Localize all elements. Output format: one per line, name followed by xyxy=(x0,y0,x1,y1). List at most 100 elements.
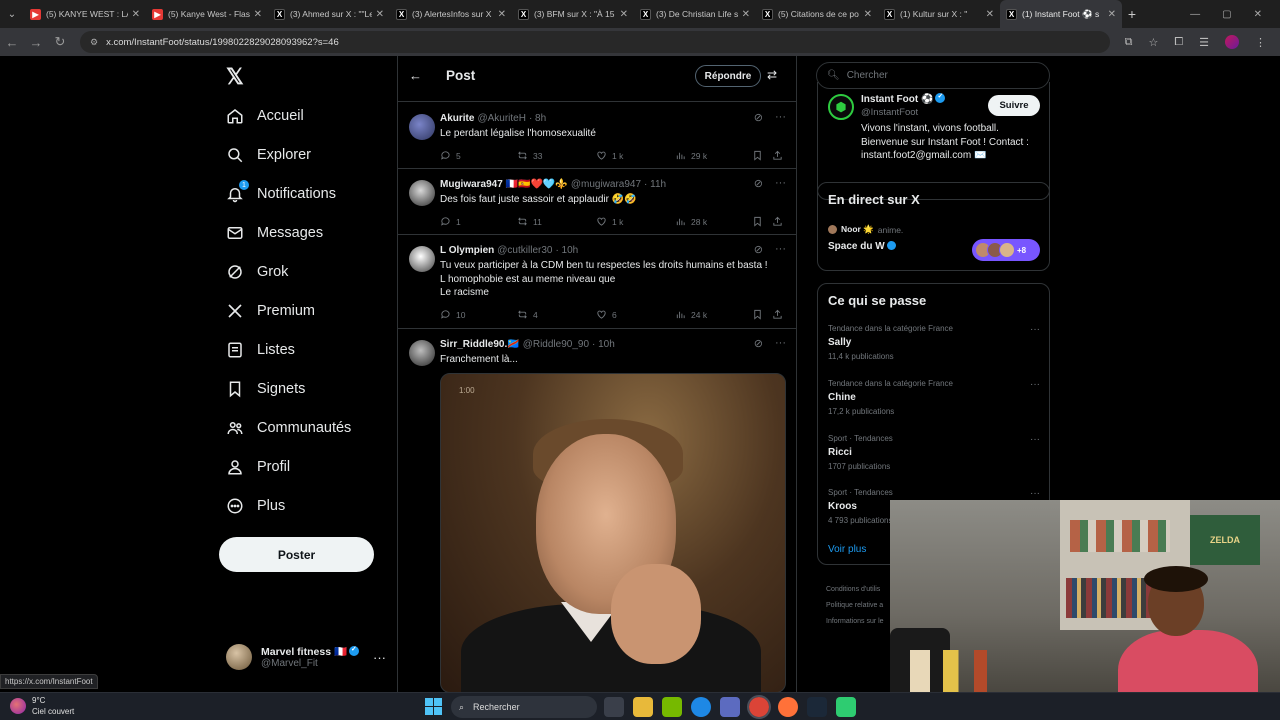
tweet-author-name[interactable]: Mugiwara947 🇫🇷🇪🇸❤️🩵⚜️ xyxy=(440,179,568,190)
more-options-icon[interactable]: ··· xyxy=(775,243,786,256)
sidebar-item-signets[interactable]: Signets xyxy=(226,374,305,404)
tweet-author-handle[interactable]: @AkuriteH xyxy=(477,113,526,124)
share-action[interactable] xyxy=(772,216,783,227)
new-tab-button[interactable]: + xyxy=(1122,6,1142,22)
share-action[interactable] xyxy=(772,150,783,161)
views-action[interactable]: 24 k xyxy=(675,309,707,320)
tweet-author-name[interactable]: Sirr_Riddle90.🇨🇩 xyxy=(440,339,520,350)
sidebar-item-plus[interactable]: Plus xyxy=(226,491,285,521)
more-options-icon[interactable]: ··· xyxy=(1030,379,1040,390)
tweet-author-name[interactable]: Akurite xyxy=(440,113,474,124)
bookmark-action[interactable] xyxy=(752,309,763,320)
instantfoot-avatar[interactable]: ⬢ xyxy=(828,94,854,120)
sidebar-item-grok[interactable]: Grok xyxy=(226,257,288,287)
maximize-icon[interactable]: ▢ xyxy=(1222,9,1231,20)
windows-start-icon[interactable] xyxy=(425,698,442,715)
trend-item[interactable]: Tendance dans la catégorie France Sally … xyxy=(828,324,1040,361)
task-view-icon[interactable] xyxy=(604,697,624,717)
views-action[interactable]: 28 k xyxy=(675,216,707,227)
sidebar-item-listes[interactable]: Listes xyxy=(226,335,295,365)
tweet[interactable]: Sirr_Riddle90.🇨🇩 @Riddle90_90 · 10h ⊘ ··· F… xyxy=(398,329,796,692)
minimize-icon[interactable]: — xyxy=(1190,9,1200,20)
star-icon[interactable]: ☆ xyxy=(1148,36,1158,49)
browser-tab[interactable]: X (5) Citations de ce po ✕ xyxy=(756,0,878,28)
extensions-icon[interactable]: ⧠ xyxy=(1174,36,1183,49)
edge-icon[interactable] xyxy=(691,697,711,717)
follow-button[interactable]: Suivre xyxy=(988,95,1040,116)
browser-tab[interactable]: X (3) BFM sur X : "À 15 ✕ xyxy=(512,0,634,28)
bookmark-action[interactable] xyxy=(752,216,763,227)
more-options-icon[interactable]: ··· xyxy=(1030,324,1040,335)
close-icon[interactable]: ✕ xyxy=(620,9,628,20)
close-icon[interactable]: ✕ xyxy=(132,9,140,20)
share-action[interactable] xyxy=(772,309,783,320)
forward-icon[interactable]: → xyxy=(24,35,48,50)
reply-button[interactable]: Répondre xyxy=(695,65,761,87)
grok-icon[interactable]: ⊘ xyxy=(754,243,763,256)
app-icon[interactable] xyxy=(836,697,856,717)
account-switcher[interactable]: Marvel fitness 🇫🇷 @Marvel_Fit ··· xyxy=(226,642,386,672)
avatar[interactable] xyxy=(409,114,435,140)
close-icon[interactable]: ✕ xyxy=(742,9,750,20)
more-options-icon[interactable]: ··· xyxy=(775,111,786,124)
avatar[interactable] xyxy=(409,246,435,272)
sidebar-item-profil[interactable]: Profil xyxy=(226,452,290,482)
sidebar-item-messages[interactable]: Messages xyxy=(226,218,323,248)
profile-name[interactable]: Instant Foot ⚽ xyxy=(861,94,933,105)
weather-widget[interactable]: 9°C Ciel couvert xyxy=(10,695,74,717)
reply-action[interactable]: 10 xyxy=(440,309,465,320)
views-action[interactable]: 29 k xyxy=(675,150,707,161)
sidebar-item-notifications[interactable]: 1 Notifications xyxy=(226,179,336,209)
like-action[interactable]: 1 k xyxy=(596,216,623,227)
live-listeners[interactable]: +8 xyxy=(972,239,1040,261)
tweet-author-handle[interactable]: @cutkiller30 xyxy=(497,245,552,256)
more-options-icon[interactable]: ··· xyxy=(373,650,386,665)
sidebar-item-premium[interactable]: Premium xyxy=(226,296,315,326)
grok-icon[interactable]: ⊘ xyxy=(754,337,763,350)
profile-avatar[interactable] xyxy=(1225,35,1239,49)
sidebar-item-accueil[interactable]: Accueil xyxy=(226,101,304,131)
more-options-icon[interactable]: ··· xyxy=(775,337,786,350)
tab-search-icon[interactable]: ☰ xyxy=(1199,36,1209,49)
repost-action[interactable]: 33 xyxy=(517,150,542,161)
post-button[interactable]: Poster xyxy=(219,537,374,572)
nvidia-icon[interactable] xyxy=(662,697,682,717)
tweet[interactable]: Akurite @AkuriteH · 8h ⊘ ··· Le perdant lég… xyxy=(398,103,796,169)
browser-tab-active[interactable]: X (1) Instant Foot ⚽ s ✕ xyxy=(1000,0,1122,28)
tweet-author-name[interactable]: L Olympien xyxy=(440,245,494,256)
sidebar-item-explorer[interactable]: Explorer xyxy=(226,140,311,170)
avatar[interactable] xyxy=(409,340,435,366)
address-bar[interactable]: ⚙ x.com/InstantFoot/status/1998022829028… xyxy=(80,31,1110,53)
close-icon[interactable]: ✕ xyxy=(498,9,506,20)
close-icon[interactable]: ✕ xyxy=(864,9,872,20)
tweet[interactable]: L Olympien @cutkiller30 · 10h ⊘ ··· Tu veux… xyxy=(398,235,796,329)
site-info-icon[interactable]: ⚙ xyxy=(90,37,98,48)
browser-tab[interactable]: X (3) AlertesInfos sur X ✕ xyxy=(390,0,512,28)
back-arrow-icon[interactable]: ← xyxy=(409,68,422,83)
bookmark-action[interactable] xyxy=(752,150,763,161)
browser-tab[interactable]: X (3) Ahmed sur X : ""Le ✕ xyxy=(268,0,390,28)
more-options-icon[interactable]: ··· xyxy=(775,177,786,190)
browser-tab[interactable]: ▶ (5) KANYE WEST : LA ✕ xyxy=(24,0,146,28)
install-icon[interactable]: ⧉ xyxy=(1125,36,1133,49)
trend-item[interactable]: Tendance dans la catégorie France Chine … xyxy=(828,379,1040,416)
tweet-time[interactable]: · 11h xyxy=(644,179,666,190)
tweet-media-gif[interactable]: 1:00 xyxy=(440,373,786,692)
tab-search-chevron-icon[interactable]: ⌄ xyxy=(0,0,24,28)
browser-tab[interactable]: ▶ (5) Kanye West - Flash ✕ xyxy=(146,0,268,28)
show-more-link[interactable]: Voir plus xyxy=(828,544,866,555)
taskbar-search[interactable]: ⌕ Rechercher xyxy=(451,696,597,718)
tweet-time[interactable]: · 8h xyxy=(529,113,546,124)
tweet-time[interactable]: · 10h xyxy=(592,339,615,350)
tweet-author-handle[interactable]: @Riddle90_90 xyxy=(523,339,589,350)
footer-link[interactable]: Politique relative a xyxy=(826,598,884,614)
browser-tab[interactable]: X (3) De Christian Life s ✕ xyxy=(634,0,756,28)
store-icon[interactable] xyxy=(720,697,740,717)
menu-icon[interactable]: ⋮ xyxy=(1255,36,1266,49)
live-space-title[interactable]: Space du W xyxy=(828,241,896,252)
file-explorer-icon[interactable] xyxy=(633,697,653,717)
close-window-icon[interactable]: ✕ xyxy=(1254,9,1262,20)
tweet-author-handle[interactable]: @mugiwara947 xyxy=(571,179,641,190)
profile-handle[interactable]: @InstantFoot xyxy=(861,107,918,118)
close-icon[interactable]: ✕ xyxy=(986,9,994,20)
